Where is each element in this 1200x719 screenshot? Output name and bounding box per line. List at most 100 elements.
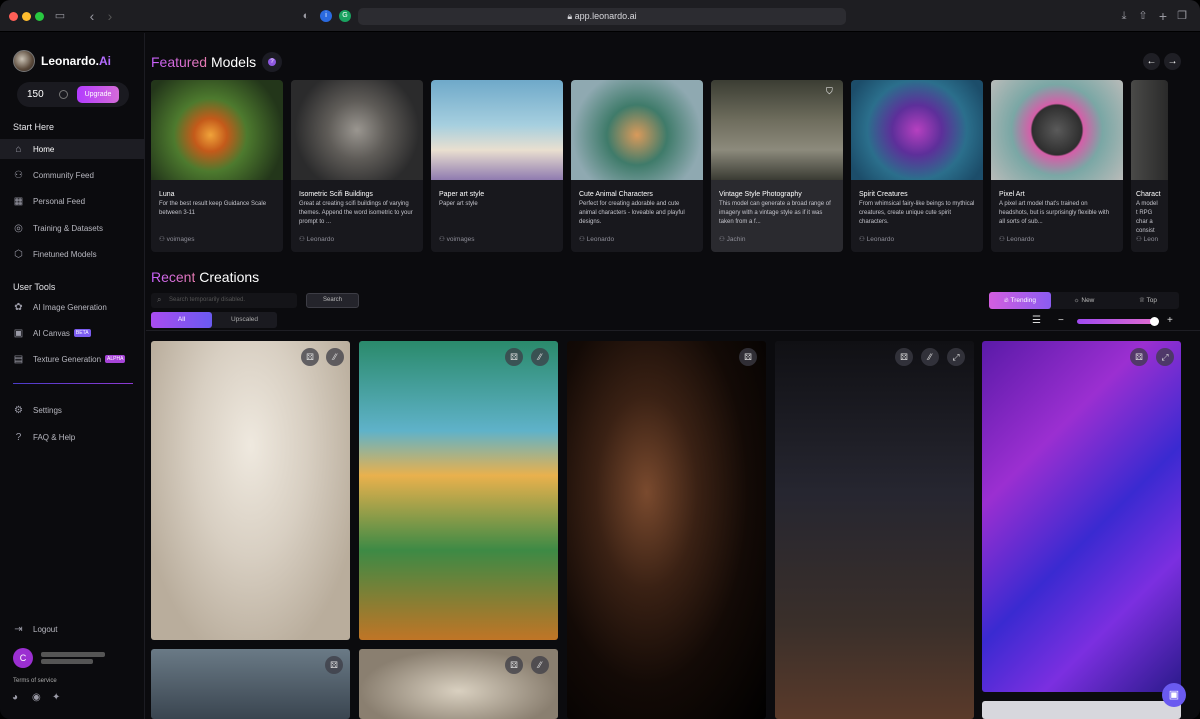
model-card-spirit-creatures[interactable]: Spirit Creatures From whimsical fairy-li…	[851, 80, 983, 252]
upscale-icon[interactable]: ⁄⁄	[326, 348, 344, 366]
maximize-window-button[interactable]	[35, 12, 44, 21]
creation-image-dino-poster[interactable]: ⚄ ⁄⁄	[359, 341, 558, 640]
sort-new-tab[interactable]: ☼ New	[1053, 292, 1115, 309]
tabs-overview-icon[interactable]: ❐	[1176, 10, 1188, 22]
model-card-luna[interactable]: Luna For the best result keep Guidance S…	[151, 80, 283, 252]
model-description: This model can generate a broad range of…	[719, 201, 831, 225]
model-card-pixel-art[interactable]: Pixel Art A pixel art model that's train…	[991, 80, 1123, 252]
featured-help-button[interactable]: ?	[262, 52, 282, 72]
sidebar-item-texture-generation[interactable]: ▤ Texture Generation ALPHA	[0, 349, 145, 369]
carousel-next-button[interactable]: →	[1164, 53, 1181, 70]
sidebar-item-ai-canvas[interactable]: ▣ AI Canvas BETA	[0, 323, 145, 343]
remix-icon[interactable]: ⚄	[301, 348, 319, 366]
logout-label: Logout	[33, 624, 58, 634]
search-input[interactable]: Search temporarily disabled.	[151, 293, 297, 308]
upgrade-button[interactable]: Upgrade	[77, 86, 119, 103]
share-icon[interactable]: ⇧	[1137, 10, 1149, 22]
creation-image-city-night[interactable]: ⚄ ⁄⁄ ⤢	[775, 341, 974, 719]
sidebar: Leonardo.Ai 150 Upgrade Start Here ⌂ Home…	[0, 33, 145, 719]
chat-support-button[interactable]: ▣	[1162, 683, 1186, 707]
terms-link[interactable]: Terms of service	[13, 678, 57, 684]
model-title: Paper art style	[439, 191, 485, 198]
bookmark-icon[interactable]: ⛉	[826, 86, 833, 97]
remix-icon[interactable]: ⚄	[895, 348, 913, 366]
model-description: Perfect for creating adorable and cute a…	[579, 201, 685, 225]
creation-image-portrait-sparks[interactable]: ⚄	[567, 341, 766, 719]
sidebar-item-finetuned[interactable]: ⬡ Finetuned Models	[0, 244, 145, 264]
filter-upscaled-tab[interactable]: Upscaled	[212, 312, 277, 328]
user-profile[interactable]: C	[13, 648, 105, 668]
model-thumbnail	[851, 80, 983, 180]
carousel-prev-button[interactable]: ←	[1143, 53, 1160, 70]
zoom-out-button[interactable]: −	[1058, 315, 1064, 326]
remix-icon[interactable]: ⚄	[739, 348, 757, 366]
sidebar-item-personal-feed[interactable]: ▦ Personal Feed	[0, 191, 145, 211]
zoom-in-button[interactable]: +	[1167, 315, 1173, 326]
model-thumbnail	[571, 80, 703, 180]
search-button[interactable]: Search	[306, 293, 359, 308]
upscale-icon[interactable]: ⁄⁄	[531, 348, 549, 366]
model-description: Great at creating scifi buildings of var…	[299, 201, 413, 225]
creation-image-light[interactable]	[982, 701, 1181, 719]
model-card-paper-art[interactable]: Paper art style Paper art style ⚇ voimag…	[431, 80, 563, 252]
user-icon: ⚇	[1136, 236, 1144, 243]
back-icon[interactable]: ‹	[86, 9, 98, 23]
sidebar-item-label: Community Feed	[33, 170, 94, 180]
user-icon: ⚇	[999, 236, 1007, 243]
user-icon: ⚇	[859, 236, 867, 243]
remix-icon[interactable]: ⚄	[505, 348, 523, 366]
creation-image-arch[interactable]: ⚄	[151, 649, 350, 719]
grammarly-icon[interactable]: G	[339, 10, 351, 22]
upscale-icon[interactable]: ⁄⁄	[921, 348, 939, 366]
twitter-icon[interactable]: ✦	[52, 692, 60, 703]
model-card-character[interactable]: Charact A model t RPG char a consist ⚇ L…	[1131, 80, 1168, 252]
sidebar-item-training[interactable]: ◎ Training & Datasets	[0, 218, 145, 238]
grid-size-slider[interactable]	[1077, 319, 1155, 324]
sidebar-item-community-feed[interactable]: ⚇ Community Feed	[0, 165, 145, 185]
sidebar-item-faq[interactable]: ? FAQ & Help	[0, 427, 145, 447]
model-author: ⚇ voimages	[159, 236, 195, 243]
download-icon[interactable]: ⤓	[1118, 10, 1130, 22]
model-card-vintage-photo[interactable]: ⛉ Vintage Style Photography This model c…	[711, 80, 843, 252]
sidebar-item-label: Texture Generation	[33, 354, 102, 364]
creation-image-ornament[interactable]: ⚄ ⁄⁄	[359, 649, 558, 719]
sort-trending-tab[interactable]: 🔥︎ Trending	[989, 292, 1051, 309]
lock-icon: 🔒︎	[567, 11, 575, 21]
sort-top-tab[interactable]: ♕ Top	[1117, 292, 1179, 309]
fullscreen-icon[interactable]: ⤢	[947, 348, 965, 366]
sidebar-item-settings[interactable]: ⚙ Settings	[0, 400, 145, 420]
new-tab-icon[interactable]: +	[1157, 9, 1169, 23]
remix-icon[interactable]: ⚄	[1130, 348, 1148, 366]
creation-image-sketch[interactable]: ⚄ ⁄⁄	[151, 341, 350, 640]
remix-icon[interactable]: ⚄	[325, 656, 343, 674]
reddit-icon[interactable]: ◉	[32, 692, 41, 703]
filter-all-tab[interactable]: All	[151, 312, 212, 328]
slider-knob[interactable]	[1150, 317, 1159, 326]
sidebar-item-home[interactable]: ⌂ Home	[0, 139, 145, 159]
discord-icon[interactable]: ◕	[12, 692, 18, 703]
model-card-isometric-scifi[interactable]: Isometric Scifi Buildings Great at creat…	[291, 80, 423, 252]
grid-view-icon[interactable]: ☰	[1032, 315, 1041, 326]
sidebar-toggle-icon[interactable]: ▭	[54, 10, 66, 22]
creation-image-purple-waves[interactable]: ⚄ ⤢	[982, 341, 1181, 692]
forward-icon[interactable]: ›	[104, 9, 116, 23]
avatar: C	[13, 648, 33, 668]
user-icon: ⚇	[299, 236, 307, 243]
info-icon[interactable]	[59, 90, 68, 99]
logo[interactable]: Leonardo.Ai	[13, 50, 111, 72]
fullscreen-icon[interactable]: ⤢	[1156, 348, 1174, 366]
trophy-icon: ♕	[1139, 297, 1147, 304]
shield-icon[interactable]: ◐	[300, 10, 312, 22]
sidebar-divider	[13, 383, 133, 384]
model-card-cute-animal[interactable]: Cute Animal Characters Perfect for creat…	[571, 80, 703, 252]
address-bar[interactable]: 🔒︎ app.leonardo.ai	[358, 8, 846, 25]
extension-icon[interactable]: i	[320, 10, 332, 22]
logout-icon: ⇥	[14, 623, 23, 635]
sidebar-item-ai-image-generation[interactable]: ✿ AI Image Generation	[0, 297, 145, 317]
close-window-button[interactable]	[9, 12, 18, 21]
recent-creations-heading: Recent Creations	[151, 269, 260, 285]
remix-icon[interactable]: ⚄	[505, 656, 523, 674]
upscale-icon[interactable]: ⁄⁄	[531, 656, 549, 674]
logout-button[interactable]: ⇥ Logout	[0, 619, 145, 639]
minimize-window-button[interactable]	[22, 12, 31, 21]
